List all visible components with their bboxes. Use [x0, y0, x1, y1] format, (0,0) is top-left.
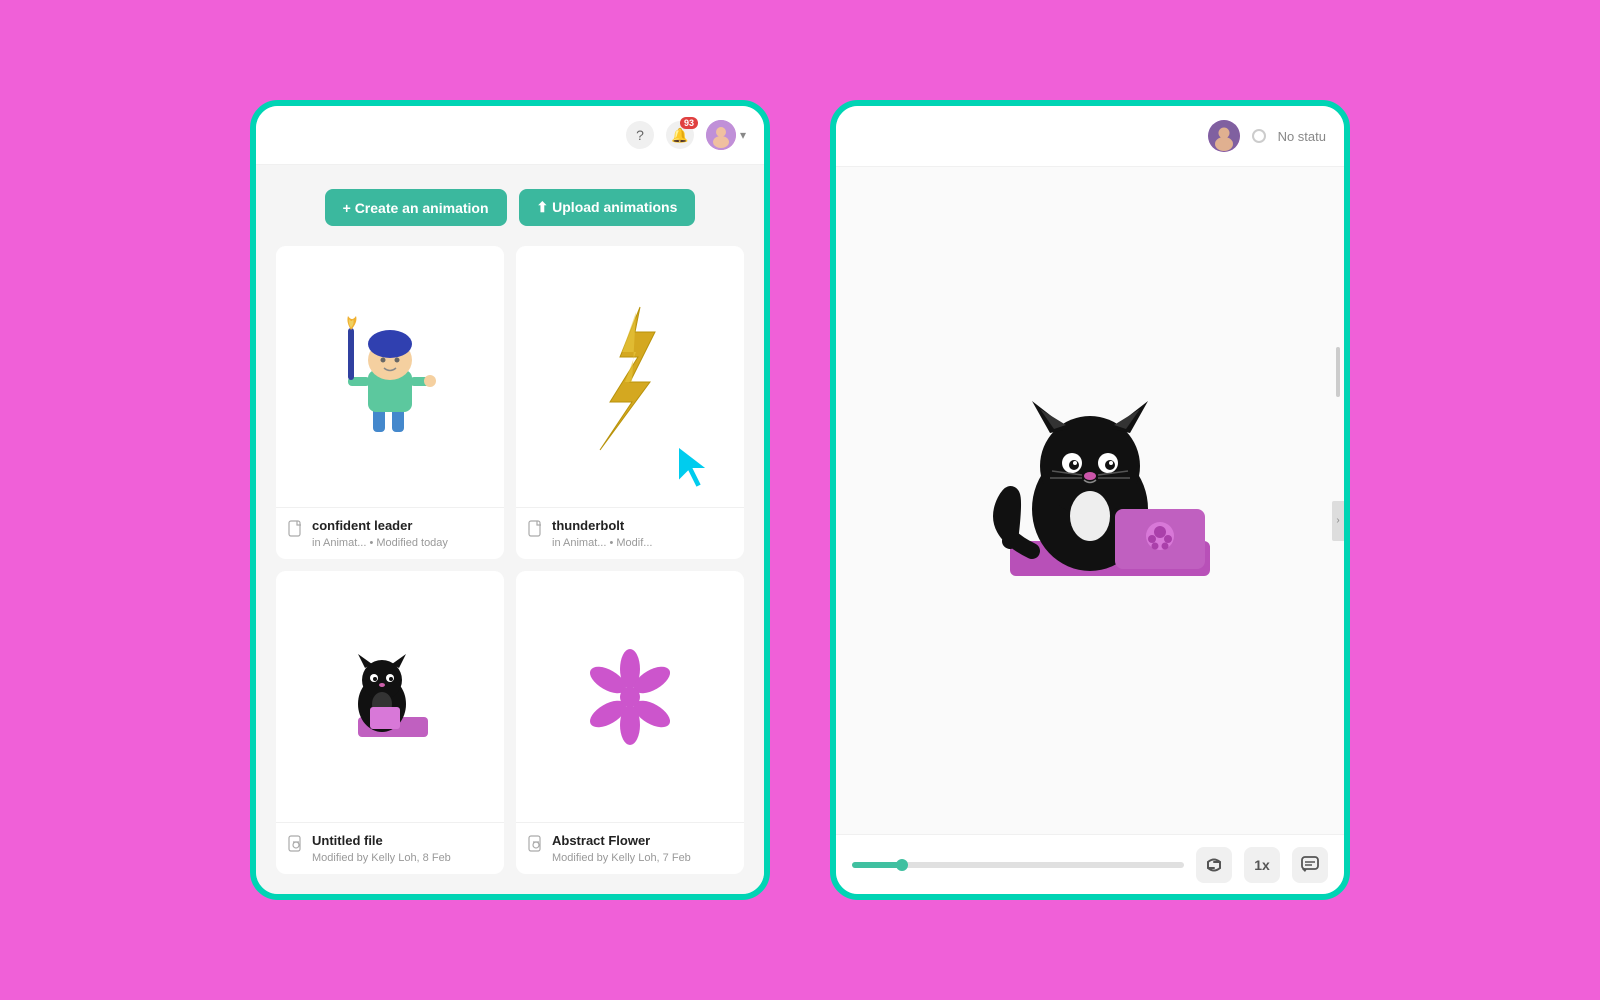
user-avatar-group[interactable]: ▾: [706, 120, 746, 150]
animation-grid: confident leader in Animat... • Modified…: [276, 246, 744, 874]
scrollbar-arrow[interactable]: ›: [1332, 501, 1344, 541]
status-text: No statu: [1278, 129, 1326, 144]
flower-illustration: [580, 647, 680, 747]
small-cat-illustration: [340, 652, 440, 742]
card-footer-abstract-flower: Abstract Flower Modified by Kelly Loh, 7…: [516, 822, 744, 874]
card-sub-thunderbolt: in Animat... • Modif...: [552, 537, 652, 549]
help-button[interactable]: ?: [626, 121, 654, 149]
card-title-abstract-flower: Abstract Flower: [552, 833, 691, 850]
card-image-abstract-flower: [516, 571, 744, 822]
card-footer-untitled-file: Untitled file Modified by Kelly Loh, 8 F…: [276, 822, 504, 874]
left-header: ? 🔔 93 ▾: [256, 106, 764, 165]
progress-bar[interactable]: [852, 862, 1184, 868]
action-bar: + Create an animation ⬆ Upload animation…: [276, 189, 744, 226]
create-animation-button[interactable]: + Create an animation: [325, 189, 507, 226]
right-header: No statu: [836, 106, 1344, 167]
file-icon-abstract-flower: [528, 835, 544, 853]
notifications-button[interactable]: 🔔 93: [666, 121, 694, 149]
card-sub-untitled-file: Modified by Kelly Loh, 8 Feb: [312, 852, 451, 864]
card-thunderbolt[interactable]: thunderbolt in Animat... • Modif...: [516, 246, 744, 559]
right-panel: No statu: [830, 100, 1350, 900]
card-title-confident-leader: confident leader: [312, 518, 448, 535]
file-icon-confident-leader: [288, 520, 304, 538]
card-image-thunderbolt: [516, 246, 744, 507]
file-icon-thunderbolt: [528, 520, 544, 538]
chevron-down-icon: ▾: [740, 128, 746, 142]
card-untitled-file[interactable]: Untitled file Modified by Kelly Loh, 8 F…: [276, 571, 504, 874]
right-canvas: ›: [836, 167, 1344, 834]
scroll-indicator: [1336, 347, 1340, 397]
card-image-confident-leader: [276, 246, 504, 507]
card-confident-leader[interactable]: confident leader in Animat... • Modified…: [276, 246, 504, 559]
avatar: [706, 120, 736, 150]
cat-scene-illustration: [950, 391, 1230, 611]
card-abstract-flower[interactable]: Abstract Flower Modified by Kelly Loh, 7…: [516, 571, 744, 874]
comment-button[interactable]: [1292, 847, 1328, 883]
status-indicator: [1252, 129, 1266, 143]
thunderbolt-illustration: [590, 302, 670, 452]
loop-button[interactable]: [1196, 847, 1232, 883]
card-image-untitled-file: [276, 571, 504, 822]
card-sub-abstract-flower: Modified by Kelly Loh, 7 Feb: [552, 852, 691, 864]
card-footer-thunderbolt: thunderbolt in Animat... • Modif...: [516, 507, 744, 559]
card-sub-confident-leader: in Animat... • Modified today: [312, 537, 448, 549]
progress-dot: [896, 859, 908, 871]
left-panel: ? 🔔 93 ▾ + Create an animation ⬆ Upload …: [250, 100, 770, 900]
card-footer-confident-leader: confident leader in Animat... • Modified…: [276, 507, 504, 559]
upload-animations-button[interactable]: ⬆ Upload animations: [519, 189, 696, 226]
file-icon-untitled-file: [288, 835, 304, 853]
speed-button[interactable]: 1x: [1244, 847, 1280, 883]
progress-fill: [852, 862, 902, 868]
right-avatar: [1208, 120, 1240, 152]
confident-leader-illustration: [340, 312, 440, 442]
player-footer: 1x: [836, 834, 1344, 894]
left-content: + Create an animation ⬆ Upload animation…: [256, 165, 764, 894]
card-title-thunderbolt: thunderbolt: [552, 518, 652, 535]
card-title-untitled-file: Untitled file: [312, 833, 451, 850]
notification-badge: 93: [680, 117, 698, 129]
